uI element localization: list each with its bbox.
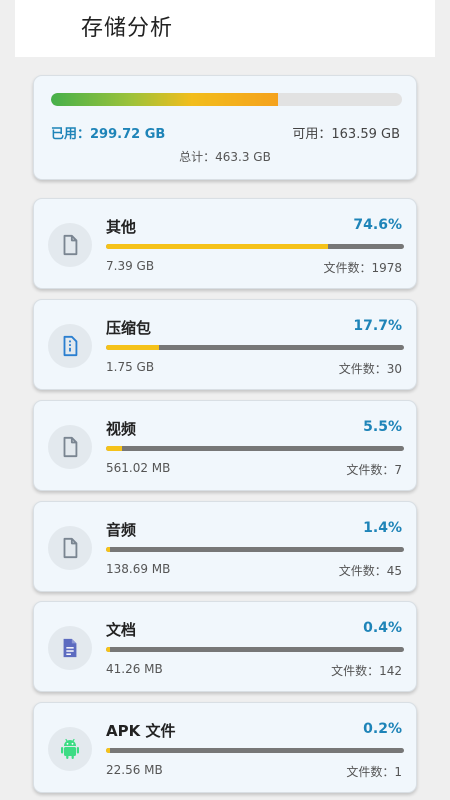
category-progress-bar <box>106 446 404 451</box>
used-space-label: 已用：299.72 GB <box>51 127 166 142</box>
category-name: 视频 <box>106 420 137 438</box>
category-percent: 74.6% <box>353 217 402 233</box>
storage-summary-card: 已用：299.72 GB 可用：163.59 GB 总计：463.3 GB <box>33 75 417 180</box>
category-file-count: 文件数：1 <box>346 765 402 779</box>
category-file-count: 文件数：7 <box>346 463 402 477</box>
category-file-count: 文件数：1978 <box>323 261 402 275</box>
category-progress-bar <box>106 244 404 249</box>
category-progress-fill <box>106 647 110 652</box>
category-name: 压缩包 <box>106 319 152 337</box>
document-icon <box>48 626 92 670</box>
category-size: 561.02 MB <box>106 461 171 475</box>
category-percent: 17.7% <box>353 318 402 334</box>
storage-usage-fill <box>51 93 279 106</box>
category-percent: 0.2% <box>363 721 402 737</box>
category-name: 文档 <box>106 621 137 639</box>
category-card-video[interactable]: 视频 5.5% 561.02 MB 文件数：7 <box>33 400 417 491</box>
category-progress-bar <box>106 547 404 552</box>
category-size: 1.75 GB <box>106 360 155 374</box>
category-size: 22.56 MB <box>106 763 163 777</box>
category-card-apk[interactable]: APK 文件 0.2% 22.56 MB 文件数：1 <box>33 702 417 793</box>
category-size: 138.69 MB <box>106 562 171 576</box>
category-percent: 1.4% <box>363 520 402 536</box>
file-icon <box>48 223 92 267</box>
category-file-count: 文件数：45 <box>338 564 402 578</box>
file-icon <box>48 425 92 469</box>
android-icon <box>48 727 92 771</box>
category-file-count: 文件数：30 <box>338 362 402 376</box>
archive-icon <box>48 324 92 368</box>
category-progress-fill <box>106 748 110 753</box>
page-title: 存储分析 <box>81 16 174 41</box>
available-space-label: 可用：163.59 GB <box>292 127 400 142</box>
total-space-label: 总计：463.3 GB <box>179 150 271 164</box>
app-header: 存储分析 <box>15 0 435 57</box>
category-file-count: 文件数：142 <box>331 664 402 678</box>
category-card-audio[interactable]: 音频 1.4% 138.69 MB 文件数：45 <box>33 501 417 592</box>
category-card-other[interactable]: 其他 74.6% 7.39 GB 文件数：1978 <box>33 198 417 289</box>
category-progress-fill <box>106 446 123 451</box>
category-progress-bar <box>106 748 404 753</box>
category-size: 7.39 GB <box>106 259 155 273</box>
category-name: 其他 <box>106 218 137 236</box>
category-name: APK 文件 <box>106 722 176 740</box>
file-icon <box>48 526 92 570</box>
category-progress-fill <box>106 547 111 552</box>
category-card-document[interactable]: 文档 0.4% 41.26 MB 文件数：142 <box>33 601 417 692</box>
category-progress-fill <box>106 244 329 249</box>
category-progress-bar <box>106 647 404 652</box>
category-progress-bar <box>106 345 404 350</box>
category-name: 音频 <box>106 521 137 539</box>
storage-usage-bar <box>51 93 402 106</box>
category-percent: 5.5% <box>363 419 402 435</box>
category-progress-fill <box>106 345 159 350</box>
category-card-archive[interactable]: 压缩包 17.7% 1.75 GB 文件数：30 <box>33 299 417 390</box>
category-percent: 0.4% <box>363 620 402 636</box>
category-size: 41.26 MB <box>106 662 163 676</box>
